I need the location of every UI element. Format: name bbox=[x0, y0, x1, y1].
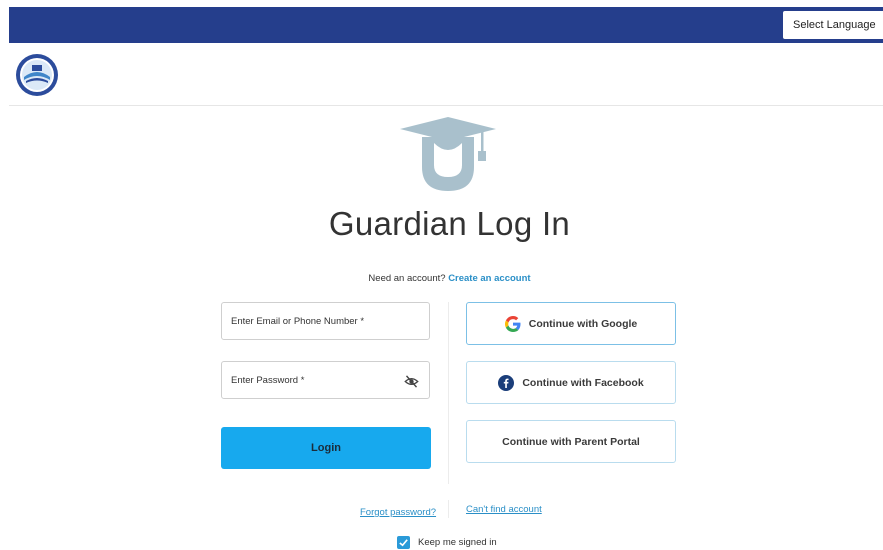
vertical-divider bbox=[448, 302, 449, 484]
eye-slash-icon[interactable] bbox=[404, 374, 419, 389]
graduate-cap-person-icon bbox=[400, 117, 496, 191]
need-account-text: Need an account? bbox=[368, 273, 446, 284]
keep-signed-in-label: Keep me signed in bbox=[418, 537, 497, 548]
school-district-seal-icon[interactable] bbox=[15, 53, 59, 97]
cant-find-account-link[interactable]: Can't find account bbox=[466, 504, 542, 515]
language-selector[interactable]: Select Language ▼ bbox=[783, 11, 883, 39]
page-title: Guardian Log In bbox=[328, 205, 571, 242]
continue-with-google-button[interactable]: Continue with Google bbox=[466, 302, 676, 345]
need-account-row: Need an account? Create an account bbox=[0, 273, 883, 284]
facebook-button-label: Continue with Facebook bbox=[522, 376, 644, 389]
site-header bbox=[9, 43, 883, 106]
continue-with-parent-portal-button[interactable]: Continue with Parent Portal bbox=[466, 420, 676, 463]
password-field[interactable]: Enter Password * bbox=[221, 361, 430, 399]
keep-signed-in-checkbox[interactable] bbox=[397, 536, 410, 549]
vertical-divider-links bbox=[448, 500, 449, 518]
create-account-link[interactable]: Create an account bbox=[448, 273, 530, 284]
login-button[interactable]: Login bbox=[221, 427, 431, 469]
top-banner: Select Language ▼ bbox=[9, 7, 883, 43]
forgot-password-link[interactable]: Forgot password? bbox=[360, 507, 436, 518]
email-field-label: Enter Email or Phone Number * bbox=[231, 315, 365, 327]
parent-portal-button-label: Continue with Parent Portal bbox=[502, 435, 640, 448]
google-button-label: Continue with Google bbox=[528, 317, 638, 330]
continue-with-facebook-button[interactable]: Continue with Facebook bbox=[466, 361, 676, 404]
checkmark-icon bbox=[399, 539, 408, 547]
password-field-label: Enter Password * bbox=[231, 374, 305, 386]
google-icon bbox=[504, 315, 521, 332]
email-field[interactable]: Enter Email or Phone Number * bbox=[221, 302, 430, 340]
keep-signed-in-row[interactable]: Keep me signed in bbox=[397, 536, 497, 549]
facebook-icon bbox=[498, 374, 515, 391]
language-selector-label: Select Language bbox=[793, 19, 876, 31]
